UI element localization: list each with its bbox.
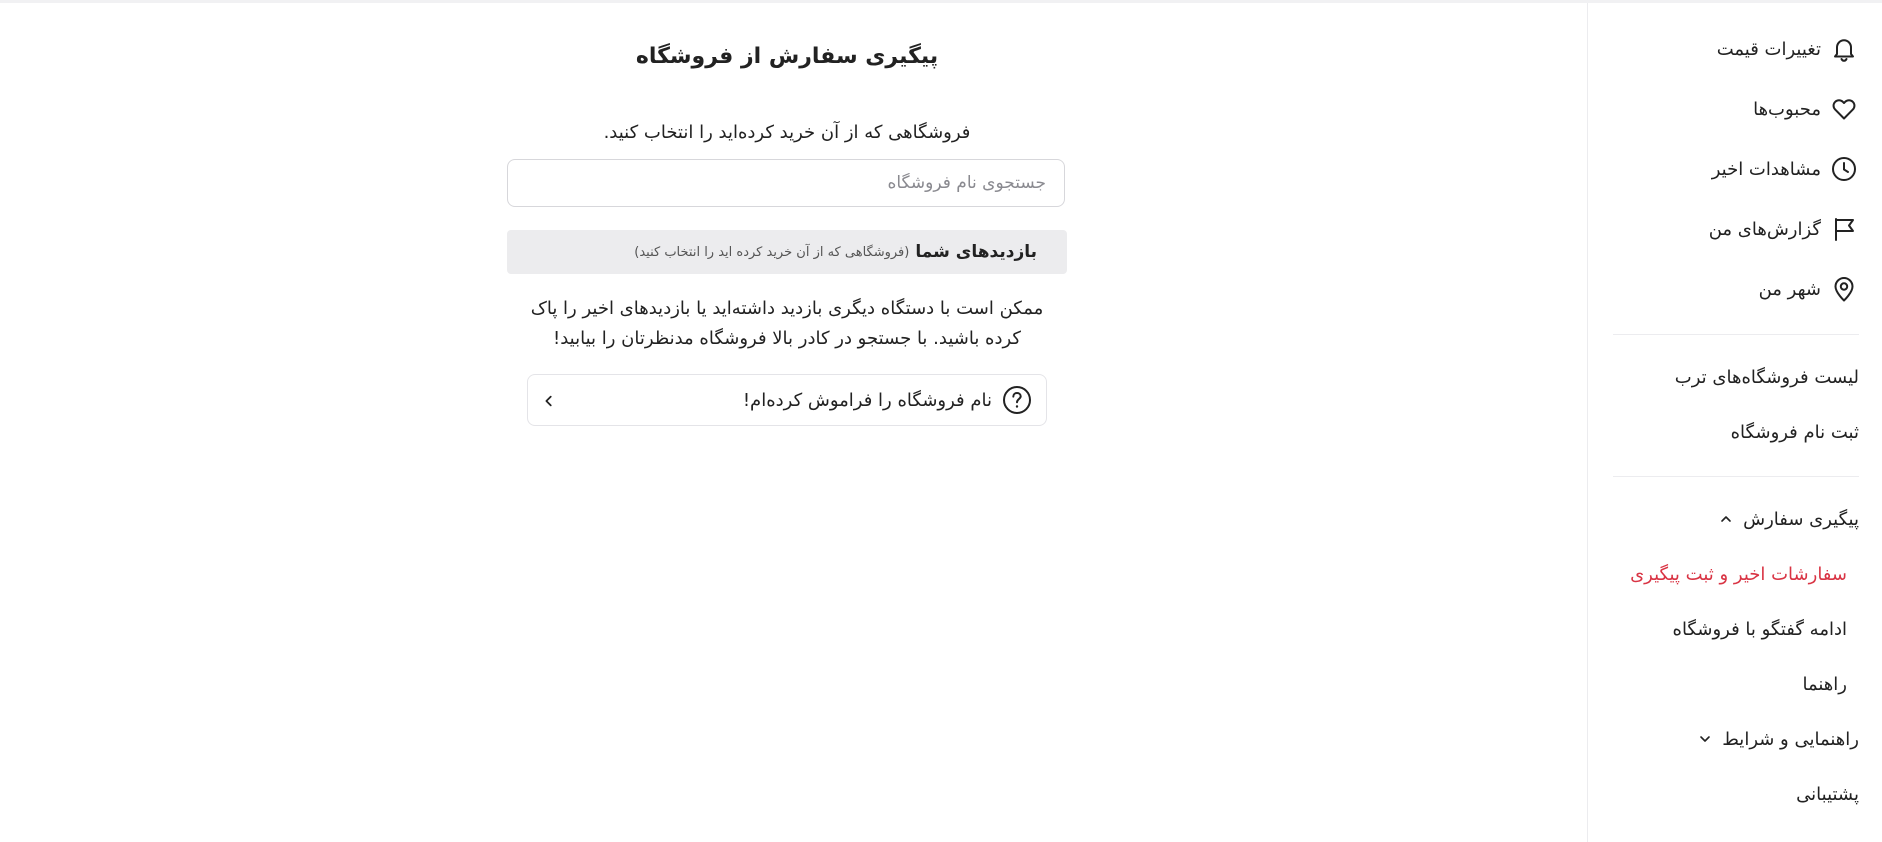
your-visits-title: بازدیدهای شما bbox=[915, 242, 1037, 262]
chevron-left-icon bbox=[542, 393, 556, 407]
your-visits-header: بازدیدهای شما (فروشگاهی که از آن خرید کر… bbox=[507, 230, 1067, 274]
store-search-box[interactable] bbox=[507, 159, 1065, 207]
sidebar-section-terms[interactable]: راهنمایی و شرایط bbox=[1698, 724, 1859, 754]
sidebar-link-stores-list[interactable]: لیست فروشگاه‌های ترب bbox=[1675, 362, 1859, 392]
sidebar-item-label: گزارش‌های من bbox=[1708, 218, 1821, 240]
sidebar-section-order-tracking[interactable]: پیگیری سفارش bbox=[1719, 504, 1859, 534]
sidebar-link-label: سفارشات اخیر و ثبت پیگیری bbox=[1630, 563, 1847, 585]
main-content: پیگیری سفارش از فروشگاه فروشگاهی که از آ… bbox=[0, 0, 1587, 842]
sidebar-link-support[interactable]: پشتیبانی bbox=[1796, 779, 1859, 809]
sidebar-divider bbox=[1613, 476, 1859, 477]
no-visits-note: ممکن است با دستگاه دیگری بازدید داشته‌ای… bbox=[530, 298, 1044, 349]
clock-icon bbox=[1829, 154, 1859, 184]
sidebar-item-recent-views[interactable]: مشاهدات اخیر bbox=[1712, 151, 1859, 187]
heart-icon bbox=[1829, 94, 1859, 124]
sidebar-item-my-city[interactable]: شهر من bbox=[1759, 271, 1859, 307]
sidebar-item-label: محبوب‌ها bbox=[1753, 98, 1821, 120]
flag-icon bbox=[1829, 214, 1859, 244]
sidebar-section-label: پیگیری سفارش bbox=[1743, 508, 1859, 530]
your-visits-hint: (فروشگاهی که از آن خرید کرده اید را انتخ… bbox=[634, 244, 910, 260]
forgot-store-name-button[interactable]: نام فروشگاه را فراموش کرده‌ام! bbox=[527, 374, 1047, 426]
sidebar-link-label: لیست فروشگاه‌های ترب bbox=[1674, 366, 1859, 388]
sidebar-item-label: تغییرات قیمت bbox=[1716, 38, 1821, 60]
sidebar: تغییرات قیمت محبوب‌ها مشاهدات اخیر گزارش… bbox=[1587, 3, 1882, 842]
chevron-up-icon bbox=[1719, 512, 1733, 526]
page-title: پیگیری سفارش از فروشگاه bbox=[635, 44, 939, 69]
location-pin-icon bbox=[1829, 274, 1859, 304]
sidebar-link-label: پشتیبانی bbox=[1796, 783, 1859, 805]
sidebar-item-price-changes[interactable]: تغییرات قیمت bbox=[1717, 31, 1859, 67]
sidebar-link-label: راهنما bbox=[1802, 673, 1847, 695]
question-circle-icon bbox=[1002, 385, 1032, 415]
sidebar-item-label: مشاهدات اخیر bbox=[1711, 158, 1821, 180]
sidebar-link-label: ثبت نام فروشگاه bbox=[1730, 421, 1859, 443]
sidebar-link-label: ادامه گفتگو با فروشگاه bbox=[1672, 618, 1847, 640]
sidebar-item-my-reports[interactable]: گزارش‌های من bbox=[1709, 211, 1859, 247]
store-search-input[interactable] bbox=[508, 160, 1064, 206]
sidebar-item-label: شهر من bbox=[1758, 278, 1821, 300]
forgot-store-name-label: نام فروشگاه را فراموش کرده‌ام! bbox=[742, 389, 992, 411]
bell-icon bbox=[1829, 34, 1859, 64]
sidebar-item-favorites[interactable]: محبوب‌ها bbox=[1753, 91, 1859, 127]
sidebar-link-recent-orders[interactable]: سفارشات اخیر و ثبت پیگیری bbox=[1630, 559, 1847, 589]
sidebar-section-label: راهنمایی و شرایط bbox=[1722, 728, 1859, 750]
chevron-down-icon bbox=[1698, 732, 1712, 746]
sidebar-link-continue-chat[interactable]: ادامه گفتگو با فروشگاه bbox=[1673, 614, 1847, 644]
sidebar-divider bbox=[1613, 334, 1859, 335]
sidebar-link-store-register[interactable]: ثبت نام فروشگاه bbox=[1731, 417, 1859, 447]
sidebar-link-guide[interactable]: راهنما bbox=[1802, 669, 1847, 699]
store-select-instruction: فروشگاهی که از آن خرید کرده‌اید را انتخا… bbox=[603, 122, 971, 143]
